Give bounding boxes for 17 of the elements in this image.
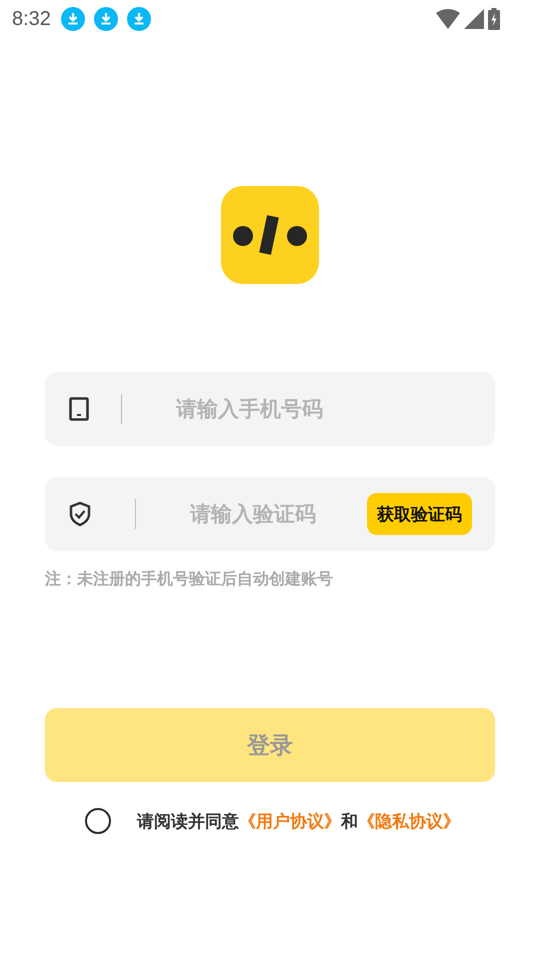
battery-icon bbox=[488, 8, 500, 30]
download-icon bbox=[94, 7, 118, 31]
download-icon bbox=[60, 7, 85, 31]
phone-icon bbox=[69, 397, 89, 421]
agreement-text: 请阅读并同意《用户协议》和《隐私协议》 bbox=[137, 810, 460, 832]
download-icon bbox=[126, 7, 151, 31]
agree-checkbox[interactable] bbox=[85, 808, 111, 834]
shield-check-icon bbox=[69, 501, 91, 527]
phone-input[interactable]: 请输入手机号码 bbox=[174, 396, 471, 422]
get-code-button[interactable]: 获取验证码 bbox=[367, 493, 472, 535]
code-input[interactable]: 请输入验证码 bbox=[188, 501, 367, 527]
wifi-icon bbox=[436, 9, 460, 29]
signal-icon bbox=[464, 9, 484, 29]
note-text: 注：未注册的手机号验证后自动创建账号 bbox=[45, 569, 334, 590]
status-time: 8:32 bbox=[12, 8, 51, 30]
agreement-link[interactable]: 《隐私协议》 bbox=[358, 812, 460, 832]
agreement-link[interactable]: 《用户协议》 bbox=[239, 812, 341, 832]
